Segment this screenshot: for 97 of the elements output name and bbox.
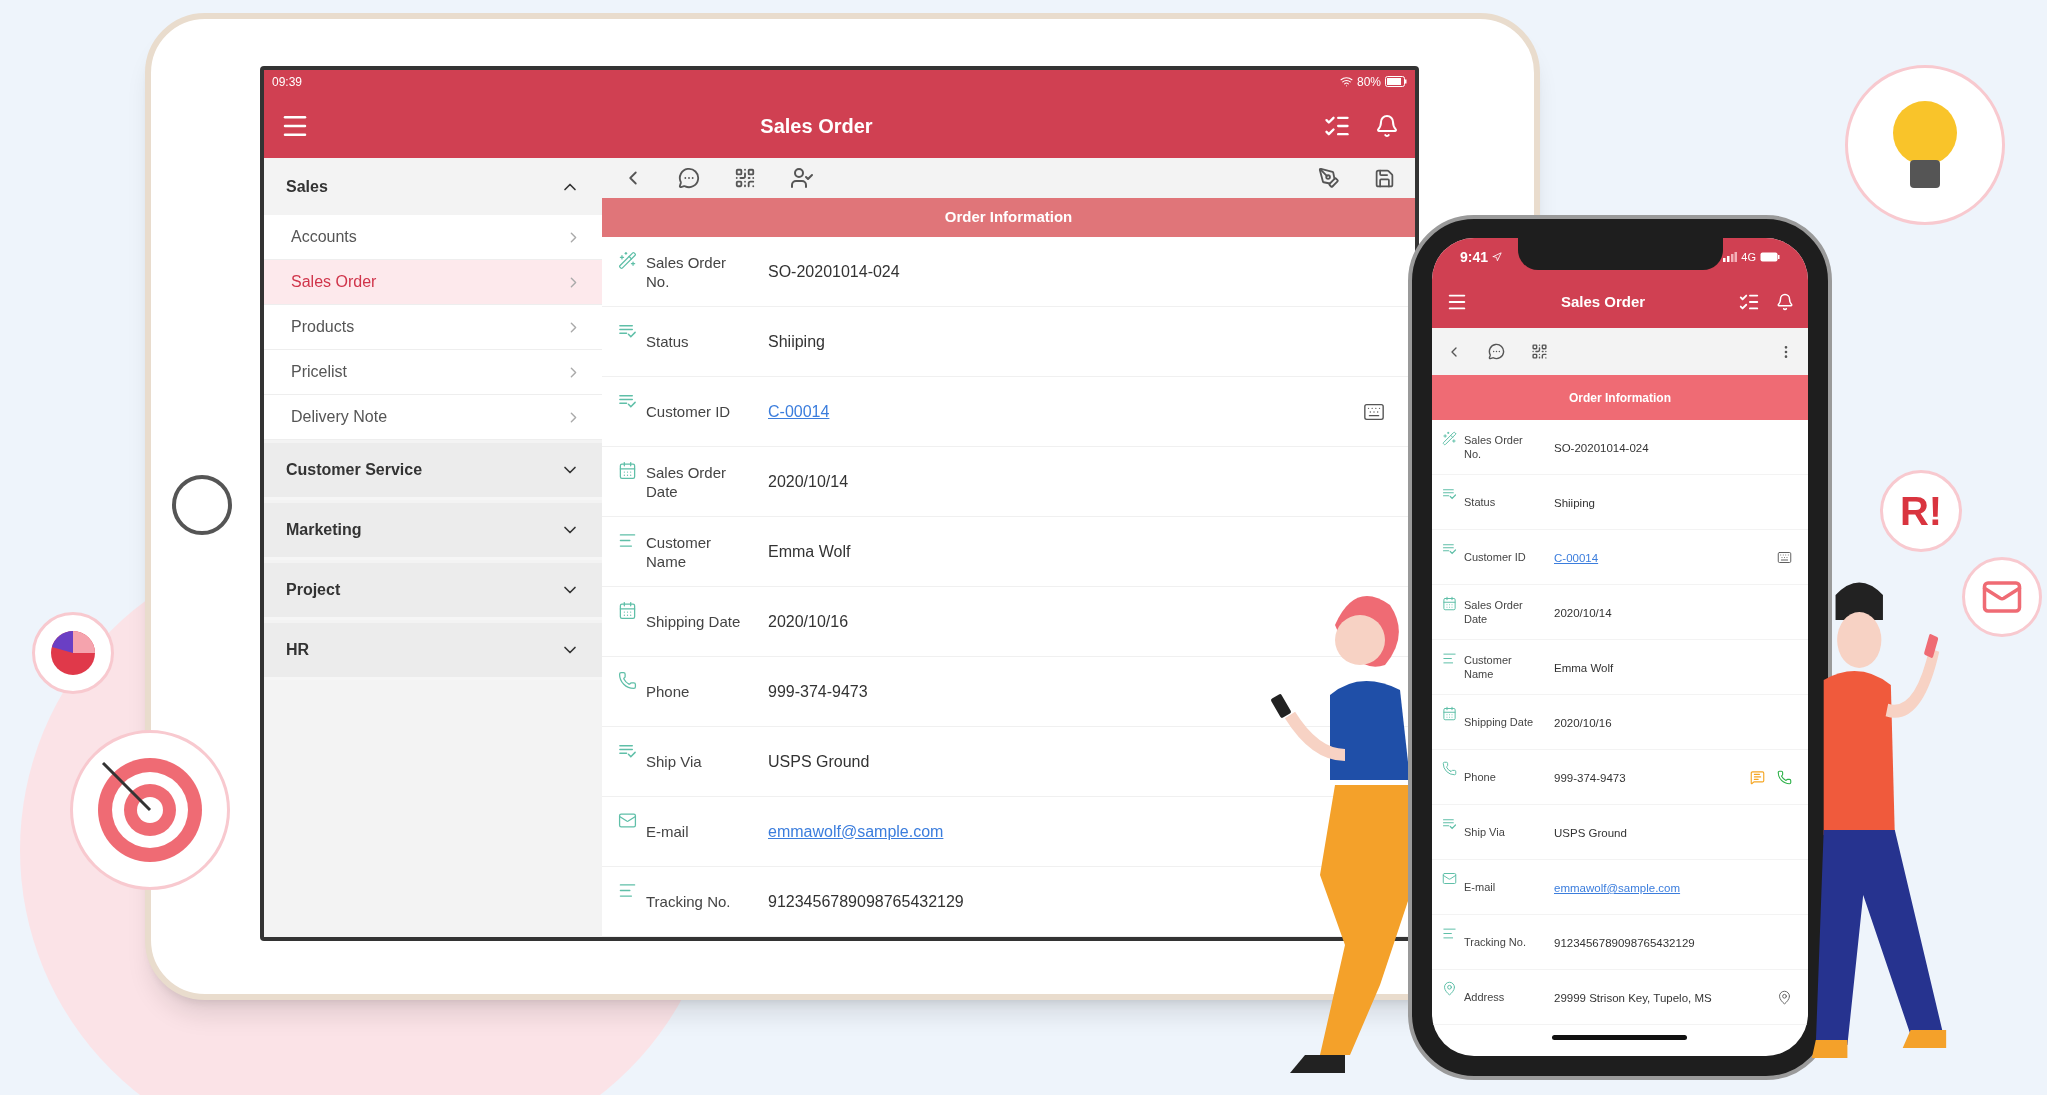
sidebar-item[interactable]: Sales Order [264, 260, 602, 305]
save-icon[interactable] [1374, 167, 1395, 189]
field-value: 29999 Strison Key, Tupelo, MS [1554, 992, 1712, 1004]
text-lines-icon [1442, 651, 1457, 666]
field-value: 2020/10/14 [768, 472, 849, 490]
mail-icon [1442, 871, 1457, 886]
wand-icon [618, 251, 637, 270]
location-arrow-icon [1492, 252, 1503, 262]
field-label: Ship Via [1464, 825, 1506, 839]
field-value: 2020/10/16 [1554, 717, 1612, 729]
calendar-icon [1442, 596, 1457, 611]
header-title: Sales Order [1559, 291, 1647, 312]
text-lines-icon [618, 531, 637, 550]
pen-icon[interactable] [1318, 167, 1340, 190]
calendar-icon [1442, 706, 1457, 721]
field-label: Sales Order Date [1464, 598, 1524, 626]
header-title: Sales Order [759, 113, 874, 139]
alert-badge-text: R! [1899, 488, 1943, 535]
sidebar-group[interactable]: Marketing [264, 503, 602, 560]
field-label: Status [646, 332, 690, 351]
value-link[interactable]: emmawolf@sample.com [1554, 882, 1681, 894]
field-value: 9123456789098765432129 [768, 892, 964, 910]
field-label: Tracking No. [646, 892, 732, 911]
field-label: Status [1464, 495, 1497, 509]
field-value: 2020/10/14 [1554, 607, 1612, 619]
field-value: 999-374-9473 [768, 682, 868, 700]
field-value: Emma Wolf [1554, 662, 1614, 674]
signal-icon [1723, 252, 1738, 262]
field-label: Customer ID [1464, 550, 1527, 564]
field-value: Emma Wolf [768, 542, 851, 560]
bell-icon[interactable] [1375, 113, 1399, 138]
field-label: Ship Via [646, 752, 703, 771]
list-check-icon [1442, 541, 1457, 556]
value-link[interactable]: C-00014 [768, 402, 830, 420]
map-pin-icon[interactable] [1777, 989, 1792, 1005]
chat-icon[interactable] [678, 167, 700, 190]
status-time: 09:39 [272, 73, 303, 91]
bell-icon[interactable] [1776, 293, 1794, 311]
qr-code-icon[interactable] [1531, 343, 1548, 360]
sidebar-group[interactable]: Customer Service [264, 443, 602, 500]
sidebar-item[interactable]: Pricelist [264, 350, 602, 395]
user-check-icon[interactable] [790, 166, 814, 191]
battery-icon [1760, 252, 1780, 262]
text-lines-icon [1442, 926, 1457, 941]
field-label: Customer ID [646, 402, 732, 421]
field-value: SO-20201014-024 [1554, 442, 1649, 454]
field-label: Sales Order Date [646, 462, 728, 501]
value-link[interactable]: emmawolf@sample.com [768, 822, 944, 840]
field-label: Phone [646, 682, 691, 701]
field-value: 2020/10/16 [768, 612, 849, 630]
field-label: Shipping Date [1464, 715, 1535, 729]
sidebar-item[interactable]: Delivery Note [264, 395, 602, 440]
battery-icon [1385, 76, 1407, 87]
field-label: Customer Name [1464, 653, 1513, 681]
field-label: Phone [1464, 770, 1497, 784]
sidebar-group[interactable]: Project [264, 563, 602, 620]
calendar-icon [618, 601, 637, 620]
field-label: Tracking No. [1464, 935, 1527, 949]
phone-icon [618, 671, 637, 690]
field-value: 999-374-9473 [1554, 772, 1626, 784]
field-label: Sales Order No. [646, 252, 728, 291]
wand-icon [1442, 431, 1457, 446]
keyboard-icon[interactable] [1777, 549, 1792, 565]
sidebar-item[interactable]: Accounts [264, 215, 602, 260]
chat-icon[interactable] [1488, 343, 1505, 360]
field-value: Shiiping [768, 332, 825, 350]
map-pin-icon [1442, 981, 1457, 996]
value-link[interactable]: C-00014 [1554, 552, 1599, 564]
battery-level: 80% [1356, 73, 1381, 91]
text-lines-icon [618, 881, 637, 900]
target-icon [95, 755, 205, 865]
field-value: USPS Ground [1554, 827, 1627, 839]
mail-icon [618, 811, 637, 830]
status-time: 9:41 [1460, 247, 1489, 267]
field-label: Sales Order No. [1464, 433, 1524, 461]
sidebar-item[interactable]: Products [264, 305, 602, 350]
list-check-icon [1442, 816, 1457, 831]
pie-chart-icon [48, 628, 98, 678]
field-value: SO-20201014-024 [768, 262, 900, 280]
calendar-icon [618, 461, 637, 480]
call-icon[interactable] [1777, 769, 1792, 785]
sidebar-group[interactable]: HR [264, 623, 602, 680]
field-value: Shiiping [1554, 497, 1595, 509]
field-label: E-mail [1464, 880, 1497, 894]
list-check-icon [1442, 486, 1457, 501]
field-label: Address [1464, 990, 1506, 1004]
phone-icon [1442, 761, 1457, 776]
field-label: E-mail [646, 822, 690, 841]
field-value: 9123456789098765432129 [1554, 937, 1695, 949]
section-header: Order Information [1432, 375, 1808, 420]
field-value: USPS Ground [768, 752, 870, 770]
qr-code-icon[interactable] [734, 167, 756, 190]
field-label: Customer Name [646, 532, 713, 571]
section-header: Order Information [602, 198, 1415, 237]
wifi-icon [1339, 75, 1353, 88]
field-label: Shipping Date [646, 612, 741, 631]
network-type: 4G [1741, 249, 1756, 265]
